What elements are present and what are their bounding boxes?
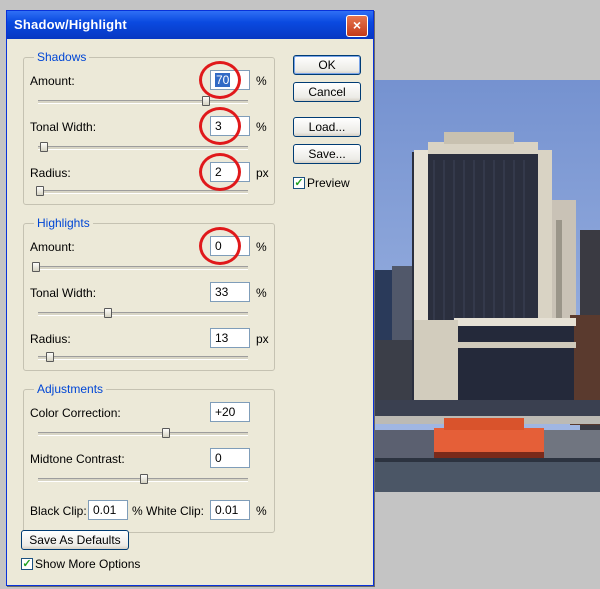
midtone-contrast-label: Midtone Contrast: <box>30 452 125 466</box>
white-clip-field[interactable]: 0.01 <box>210 500 250 520</box>
preview-photo <box>374 80 600 492</box>
highlights-tonal-width-slider-track[interactable] <box>38 312 248 316</box>
highlights-tonal-width-label: Tonal Width: <box>30 286 97 300</box>
highlights-radius-slider-thumb[interactable] <box>46 352 54 362</box>
highlights-amount-label: Amount: <box>30 240 75 254</box>
shadows-radius-slider-thumb[interactable] <box>36 186 44 196</box>
highlights-radius-field[interactable]: 13 <box>210 328 250 348</box>
adjustments-group-title: Adjustments <box>34 382 107 396</box>
highlights-radius-slider-track[interactable] <box>38 356 248 360</box>
highlights-radius-label: Radius: <box>30 332 71 346</box>
close-button[interactable]: × <box>346 15 368 37</box>
shadows-amount-slider-track[interactable] <box>38 100 248 104</box>
shadows-radius-label: Radius: <box>30 166 71 180</box>
shadows-amount-label: Amount: <box>30 74 75 88</box>
highlights-tonal-width-field[interactable]: 33 <box>210 282 250 302</box>
black-clip-field[interactable]: 0.01 <box>88 500 128 520</box>
shadows-amount-slider-thumb[interactable] <box>202 96 210 106</box>
shadows-tonal-width-slider-track[interactable] <box>38 146 248 150</box>
shadows-group-title: Shadows <box>34 50 90 64</box>
highlights-radius-unit: px <box>256 332 269 346</box>
color-correction-field[interactable]: +20 <box>210 402 250 422</box>
annotation-circle-shadows-amount <box>199 61 241 99</box>
title-bar[interactable]: Shadow/Highlight × <box>7 11 373 39</box>
preview-label: Preview <box>307 176 350 190</box>
midtone-contrast-field[interactable]: 0 <box>210 448 250 468</box>
shadows-tonal-width-unit: % <box>256 120 267 134</box>
shadows-tonal-width-label: Tonal Width: <box>30 120 97 134</box>
save-button[interactable]: Save... <box>293 144 361 164</box>
highlights-group-title: Highlights <box>34 216 93 230</box>
shadows-radius-unit: px <box>256 166 269 180</box>
window-title: Shadow/Highlight <box>14 17 127 32</box>
shadows-amount-unit: % <box>256 74 267 88</box>
cancel-button[interactable]: Cancel <box>293 82 361 102</box>
save-as-defaults-button[interactable]: Save As Defaults <box>21 530 129 550</box>
highlights-amount-slider-thumb[interactable] <box>32 262 40 272</box>
black-clip-label: Black Clip: <box>30 504 87 518</box>
highlights-amount-slider-track[interactable] <box>38 266 248 270</box>
highlights-tonal-width-slider-thumb[interactable] <box>104 308 112 318</box>
annotation-circle-shadows-tonal-width <box>199 107 241 145</box>
shadows-tonal-width-slider-thumb[interactable] <box>40 142 48 152</box>
white-clip-label: White Clip: <box>146 504 205 518</box>
load-button[interactable]: Load... <box>293 117 361 137</box>
color-correction-slider-thumb[interactable] <box>162 428 170 438</box>
annotation-circle-shadows-radius <box>199 153 241 191</box>
show-more-options-checkbox[interactable]: ✓ <box>21 558 33 570</box>
color-correction-slider-track[interactable] <box>38 432 248 436</box>
annotation-circle-highlights-amount <box>199 227 241 265</box>
shadow-highlight-dialog: Shadow/Highlight × Shadows Amount: 70 % … <box>6 10 374 586</box>
white-clip-unit: % <box>256 504 267 518</box>
highlights-amount-unit: % <box>256 240 267 254</box>
black-clip-unit: % <box>132 504 143 518</box>
preview-checkbox[interactable]: ✓ <box>293 177 305 189</box>
color-correction-label: Color Correction: <box>30 406 121 420</box>
highlights-tonal-width-unit: % <box>256 286 267 300</box>
midtone-contrast-slider-thumb[interactable] <box>140 474 148 484</box>
adjustments-group: Adjustments Color Correction: +20 Midton… <box>23 382 275 533</box>
ok-button[interactable]: OK <box>293 55 361 75</box>
show-more-options-label: Show More Options <box>35 557 141 571</box>
